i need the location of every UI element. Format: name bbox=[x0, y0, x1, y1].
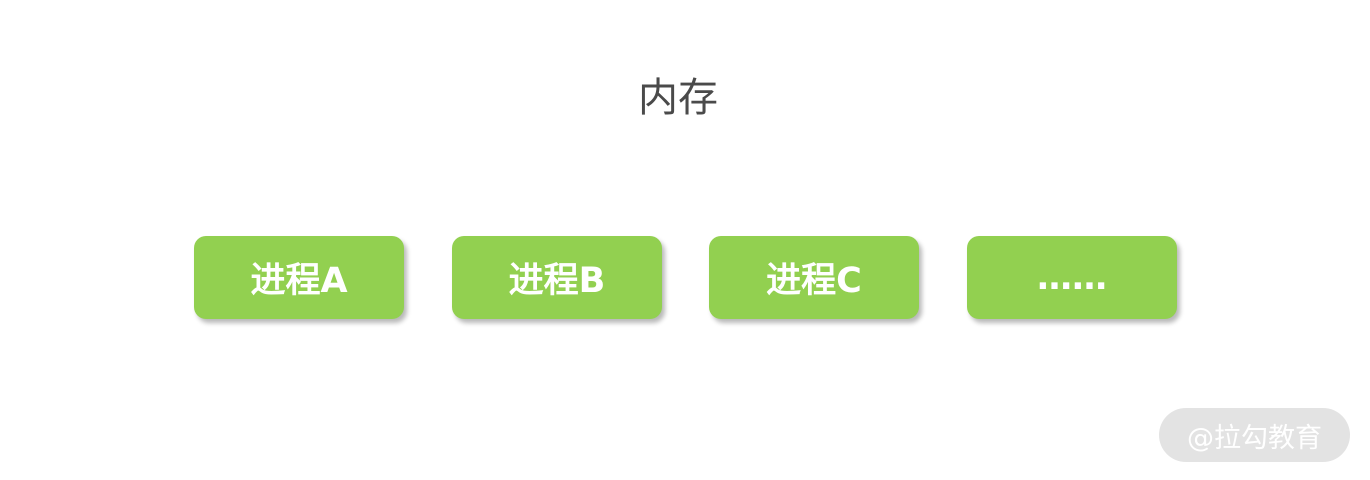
process-box-more: …… bbox=[967, 236, 1177, 319]
process-row: 进程A 进程B 进程C …… bbox=[0, 236, 1370, 326]
process-box-c: 进程C bbox=[709, 236, 919, 319]
process-box-b: 进程B bbox=[452, 236, 662, 319]
memory-title: 内存 bbox=[638, 75, 718, 121]
process-box-a: 进程A bbox=[194, 236, 404, 319]
watermark-badge: @拉勾教育 bbox=[1159, 408, 1350, 462]
